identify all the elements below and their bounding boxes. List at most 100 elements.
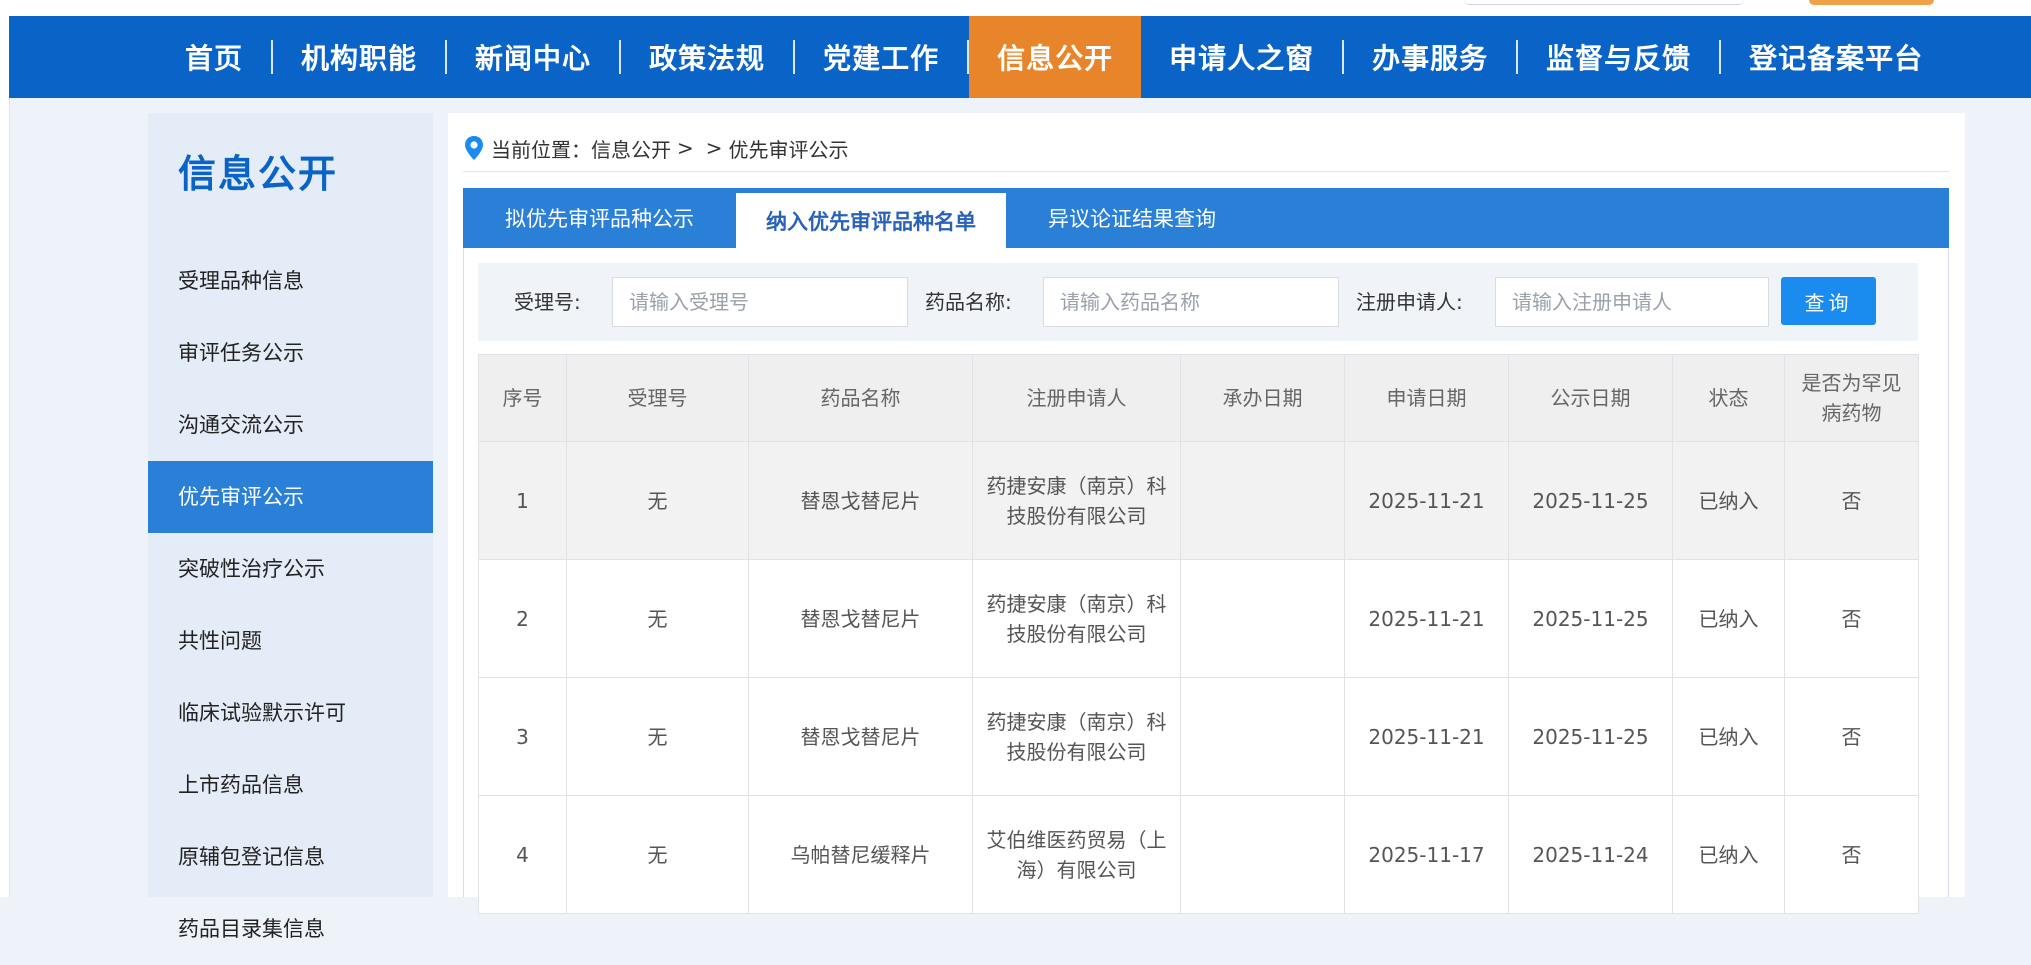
cell-apply-date: 2025-11-17 <box>1344 795 1509 914</box>
sidebar-item-priority-review[interactable]: 优先审评公示 <box>148 461 433 533</box>
sidebar-title: 信息公开 <box>178 152 339 196</box>
main-nav: 首页 机构职能 新闻中心 政策法规 党建工作 信息公开 申请人之窗 办事服务 监… <box>9 16 2031 98</box>
nav-items: 首页 机构职能 新闻中心 政策法规 党建工作 信息公开 申请人之窗 办事服务 监… <box>157 16 1951 98</box>
top-header-strip <box>9 0 2031 16</box>
nav-item-feedback[interactable]: 监督与反馈 <box>1518 16 1719 98</box>
table-row[interactable]: 4 无 乌帕替尼缓释片 艾伯维医药贸易（上海）有限公司 2025-11-17 2… <box>478 795 1919 914</box>
cell-accept-no: 无 <box>566 559 749 678</box>
location-pin-icon <box>465 136 483 160</box>
applicant-input[interactable] <box>1495 277 1769 327</box>
sidebar-item-accepted-varieties[interactable]: 受理品种信息 <box>148 245 433 317</box>
cell-publish-date: 2025-11-25 <box>1508 441 1673 560</box>
cell-applicant: 药捷安康（南京）科技股份有限公司 <box>972 441 1181 560</box>
sidebar-item-excipient-registration[interactable]: 原辅包登记信息 <box>148 821 433 893</box>
nav-item-home[interactable]: 首页 <box>157 16 271 98</box>
tab-included-priority-list[interactable]: 纳入优先审评品种名单 <box>736 193 1006 248</box>
tab-objection-results[interactable]: 异议论证结果查询 <box>1006 188 1258 248</box>
main-content: 当前位置： 信息公开 > > 优先审评公示 拟优先审评品种公示 纳入优先审评品种… <box>448 113 1965 914</box>
cell-rare-disease: 否 <box>1784 677 1919 796</box>
nav-item-news[interactable]: 新闻中心 <box>447 16 619 98</box>
cell-status: 已纳入 <box>1672 559 1785 678</box>
tab-bar: 拟优先审评品种公示 纳入优先审评品种名单 异议论证结果查询 <box>463 188 1949 248</box>
cell-status: 已纳入 <box>1672 795 1785 914</box>
cell-no: 2 <box>478 559 567 678</box>
search-bar: 受理号: 药品名称: 注册申请人: 查询 <box>478 263 1918 341</box>
cell-rare-disease: 否 <box>1784 441 1919 560</box>
cell-rare-disease: 否 <box>1784 559 1919 678</box>
cell-status: 已纳入 <box>1672 677 1785 796</box>
nav-item-applicant-window[interactable]: 申请人之窗 <box>1141 16 1342 98</box>
cell-applicant: 艾伯维医药贸易（上海）有限公司 <box>972 795 1181 914</box>
cell-accept-no: 无 <box>566 795 749 914</box>
header-no: 序号 <box>478 354 567 442</box>
table-row[interactable]: 1 无 替恩戈替尼片 药捷安康（南京）科技股份有限公司 2025-11-21 2… <box>478 441 1919 560</box>
cell-apply-date: 2025-11-21 <box>1344 677 1509 796</box>
accept-no-label: 受理号: <box>514 290 581 314</box>
nav-item-functions[interactable]: 机构职能 <box>273 16 445 98</box>
cell-no: 4 <box>478 795 567 914</box>
cell-handle-date <box>1180 677 1345 796</box>
header-drug-name: 药品名称 <box>748 354 973 442</box>
header-status: 状态 <box>1672 354 1785 442</box>
breadcrumb-link-info-public[interactable]: 信息公开 <box>591 134 671 163</box>
priority-review-table: 序号 受理号 药品名称 注册申请人 承办日期 申请日期 公示日期 状态 是否为罕… <box>478 354 1919 914</box>
sidebar-item-drug-catalog[interactable]: 药品目录集信息 <box>148 893 433 965</box>
sidebar-item-marketed-drugs[interactable]: 上市药品信息 <box>148 749 433 821</box>
tab-proposed-priority[interactable]: 拟优先审评品种公示 <box>463 188 736 248</box>
cell-drug-name: 替恩戈替尼片 <box>748 559 973 678</box>
cell-drug-name: 替恩戈替尼片 <box>748 677 973 796</box>
cell-apply-date: 2025-11-21 <box>1344 559 1509 678</box>
header-rare-disease: 是否为罕见病药物 <box>1784 354 1919 442</box>
cell-handle-date <box>1180 441 1345 560</box>
cell-applicant: 药捷安康（南京）科技股份有限公司 <box>972 559 1181 678</box>
nav-item-policy[interactable]: 政策法规 <box>621 16 793 98</box>
breadcrumb-divider <box>463 171 1949 172</box>
header-publish-date: 公示日期 <box>1508 354 1673 442</box>
header-applicant: 注册申请人 <box>972 354 1181 442</box>
breadcrumb-current: 优先审评公示 <box>728 137 849 162</box>
cell-drug-name: 乌帕替尼缓释片 <box>748 795 973 914</box>
nav-item-services[interactable]: 办事服务 <box>1344 16 1516 98</box>
breadcrumb-separator: > <box>677 136 694 160</box>
browser-edge <box>0 0 10 897</box>
sidebar-item-breakthrough-therapy[interactable]: 突破性治疗公示 <box>148 533 433 605</box>
cell-accept-no: 无 <box>566 441 749 560</box>
header-handle-date: 承办日期 <box>1180 354 1345 442</box>
cell-handle-date <box>1180 795 1345 914</box>
cell-handle-date <box>1180 559 1345 678</box>
cell-accept-no: 无 <box>566 677 749 796</box>
nav-item-info-public[interactable]: 信息公开 <box>969 16 1142 98</box>
breadcrumb: 当前位置： 信息公开 > > 优先审评公示 <box>463 133 849 163</box>
top-search-button[interactable] <box>1809 0 1934 5</box>
sidebar-list: 受理品种信息 审评任务公示 沟通交流公示 优先审评公示 突破性治疗公示 共性问题… <box>148 245 433 965</box>
sidebar: 信息公开 受理品种信息 审评任务公示 沟通交流公示 优先审评公示 突破性治疗公示… <box>148 113 433 941</box>
cell-status: 已纳入 <box>1672 441 1785 560</box>
breadcrumb-prefix: 当前位置： <box>491 137 591 162</box>
sidebar-item-common-issues[interactable]: 共性问题 <box>148 605 433 677</box>
query-button[interactable]: 查询 <box>1781 277 1876 325</box>
drug-name-label: 药品名称: <box>925 290 1012 314</box>
accept-no-input[interactable] <box>612 277 908 327</box>
nav-item-registration-platform[interactable]: 登记备案平台 <box>1721 16 1951 98</box>
cell-publish-date: 2025-11-24 <box>1508 795 1673 914</box>
cell-publish-date: 2025-11-25 <box>1508 559 1673 678</box>
cell-drug-name: 替恩戈替尼片 <box>748 441 973 560</box>
breadcrumb-separator: > <box>705 136 723 160</box>
sidebar-item-communication[interactable]: 沟通交流公示 <box>148 389 433 461</box>
table-row[interactable]: 2 无 替恩戈替尼片 药捷安康（南京）科技股份有限公司 2025-11-21 2… <box>478 559 1919 678</box>
sidebar-item-implied-license[interactable]: 临床试验默示许可 <box>148 677 433 749</box>
drug-name-input[interactable] <box>1043 277 1339 327</box>
cell-applicant: 药捷安康（南京）科技股份有限公司 <box>972 677 1181 796</box>
applicant-label: 注册申请人: <box>1356 290 1463 314</box>
cell-no: 1 <box>478 441 567 560</box>
top-search-box[interactable] <box>1464 0 1744 5</box>
cell-apply-date: 2025-11-21 <box>1344 441 1509 560</box>
table-row[interactable]: 3 无 替恩戈替尼片 药捷安康（南京）科技股份有限公司 2025-11-21 2… <box>478 677 1919 796</box>
cell-rare-disease: 否 <box>1784 795 1919 914</box>
sidebar-item-review-tasks[interactable]: 审评任务公示 <box>148 317 433 389</box>
header-apply-date: 申请日期 <box>1344 354 1509 442</box>
cell-publish-date: 2025-11-25 <box>1508 677 1673 796</box>
nav-item-party[interactable]: 党建工作 <box>795 16 967 98</box>
header-accept-no: 受理号 <box>566 354 749 442</box>
table-header-row: 序号 受理号 药品名称 注册申请人 承办日期 申请日期 公示日期 状态 是否为罕… <box>478 354 1919 442</box>
